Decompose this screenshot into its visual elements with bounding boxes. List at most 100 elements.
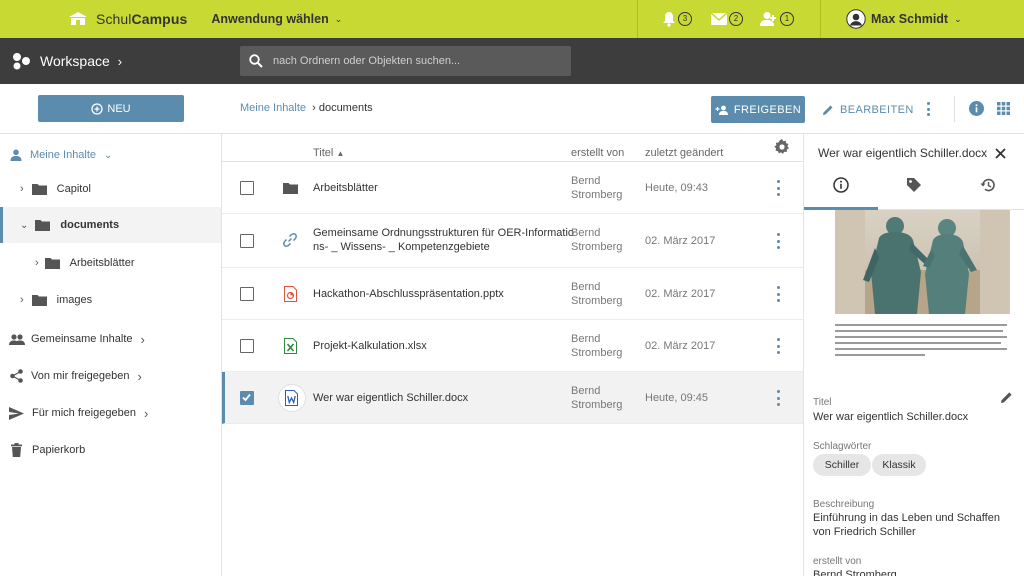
share-button[interactable]: FREIGEBEN [711,96,805,123]
grid-view-icon[interactable] [997,102,1010,115]
table-row[interactable]: Projekt-Kalkulation.xlsx Bernd Stromberg… [222,320,803,372]
messages-button[interactable]: 2 [711,0,743,38]
tab-tags-icon[interactable] [906,177,922,193]
info-icon[interactable] [969,101,984,116]
row-modified: Heute, 09:45 [645,392,708,404]
chevron-down-icon: ⌄ [334,13,343,24]
table-row[interactable]: Arbeitsblätter Bernd Stromberg Heute, 09… [222,162,803,214]
chevron-down-icon: ⌄ [104,149,113,161]
excel-file-icon [284,338,297,354]
file-list: Titel ▲ erstellt von zuletzt geändert Ar… [222,134,803,576]
row-menu-icon[interactable] [777,338,781,354]
chevron-down-icon: ⌄ [954,13,962,24]
row-title-continued[interactable]: ns- _ Wissens- _ Kompetenzgebiete [313,240,490,254]
row-modified: 02. März 2017 [645,340,716,352]
description-line: Einführung in das Leben und Schaffen [813,512,1000,524]
sidebar-folder-documents[interactable]: ⌄ documents [0,207,221,243]
sidebar-folder-images[interactable]: › images [0,282,221,318]
trash-icon [11,443,22,457]
notifications-button[interactable]: 3 [662,0,692,38]
close-icon[interactable] [995,148,1006,159]
sidebar-item-shared-with-me[interactable]: Für mich freigegeben › [0,395,221,431]
search-input[interactable] [273,55,553,67]
chevron-down-icon: ⌄ [20,219,29,231]
table-row[interactable]: Gemeinsame Ordnungsstrukturen für OER-In… [222,214,803,268]
breadcrumb-current: › documents [312,102,373,114]
tag-chip[interactable]: Klassik [872,454,926,476]
row-menu-icon[interactable] [777,286,781,302]
row-modified: Heute, 09:43 [645,182,708,194]
sidebar-folder-arbeitsblaetter[interactable]: › Arbeitsblätter [0,245,221,281]
workspace-switcher[interactable]: Workspace › [12,38,122,84]
row-checkbox[interactable] [240,287,254,301]
search-box[interactable] [240,46,571,76]
row-title[interactable]: Wer war eigentlich Schiller.docx [313,391,468,405]
sidebar: Meine Inhalte ⌄ › Capitol ⌄ documents › … [0,134,222,576]
user-menu[interactable]: Max Schmidt ⌄ [846,0,962,38]
chevron-right-icon: › [20,183,24,195]
mail-icon [711,13,727,25]
action-bar: NEU Meine Inhalte › documents FREIGEBEN … [0,84,1024,134]
table-row-selected[interactable]: Wer war eigentlich Schiller.docx Bernd S… [222,372,803,424]
link-icon [283,233,297,247]
row-author-last: Stromberg [571,399,623,411]
row-menu-icon[interactable] [777,180,781,196]
pencil-icon [823,105,833,115]
edit-button[interactable]: BEARBEITEN [822,96,914,123]
row-modified: 02. März 2017 [645,288,716,300]
more-options-icon[interactable] [927,102,931,116]
share-button-label: FREIGEBEN [733,103,802,116]
sidebar-item-shared-content[interactable]: Gemeinsame Inhalte › [0,321,221,357]
folder-icon [283,183,298,194]
column-header-created-by[interactable]: erstellt von [571,146,624,160]
column-header-title[interactable]: Titel ▲ [313,146,344,161]
document-preview[interactable] [835,210,1010,368]
row-checkbox[interactable] [240,234,254,248]
row-checkbox[interactable] [240,181,254,195]
statue-photo [835,210,1010,314]
description-line: von Friedrich Schiller [813,526,916,538]
tab-history-icon[interactable] [980,177,996,193]
sidebar-item-trash[interactable]: Papierkorb [0,432,221,468]
sidebar-item-label: images [56,294,93,306]
row-author-first: Bernd [571,281,601,293]
row-menu-icon[interactable] [777,390,781,406]
sidebar-item-shared-by-me[interactable]: Von mir freigegeben › [0,358,221,394]
sidebar-item-label: Arbeitsblätter [69,257,135,269]
row-title[interactable]: Gemeinsame Ordnungsstrukturen für OER-In… [313,226,574,240]
divider [954,96,955,122]
table-row[interactable]: Hackathon-Abschlusspräsentation.pptx Ber… [222,268,803,320]
tab-info-icon[interactable] [833,177,849,193]
contact-requests-button[interactable]: 1 [760,0,794,38]
title-label: Titel [813,397,832,408]
row-menu-icon[interactable] [777,233,781,249]
group-icon [9,333,25,345]
row-checkbox-checked[interactable] [240,391,254,405]
divider [820,0,821,38]
tags-label: Schlagwörter [813,441,872,452]
created-by-label: erstellt von [813,556,862,567]
row-title[interactable]: Arbeitsblätter [313,181,378,195]
brand-logo[interactable]: SchulCampus [68,0,187,38]
brand-name: SchulCampus [96,11,188,27]
pencil-icon[interactable] [1000,391,1013,404]
app-select-dropdown[interactable]: Anwendung wählen ⌄ [211,12,342,26]
sidebar-item-my-content[interactable]: Meine Inhalte ⌄ [0,137,221,173]
chevron-right-icon: › [140,331,145,347]
gear-icon[interactable] [774,139,790,155]
sidebar-folder-capitol[interactable]: › Capitol [0,171,221,207]
row-title[interactable]: Projekt-Kalkulation.xlsx [313,339,427,353]
share-users-icon [715,105,728,115]
person-icon [10,149,22,161]
sidebar-item-label: documents [60,219,120,231]
row-checkbox[interactable] [240,339,254,353]
row-title[interactable]: Hackathon-Abschlusspräsentation.pptx [313,287,504,301]
school-building-icon [69,12,87,25]
top-bar: SchulCampus Anwendung wählen ⌄ 3 2 1 Max… [0,0,1024,38]
breadcrumb-link-my-content[interactable]: Meine Inhalte [240,102,306,114]
user-add-icon [760,12,776,26]
column-header-modified[interactable]: zuletzt geändert [645,146,723,160]
row-author-last: Stromberg [571,189,623,201]
new-button[interactable]: NEU [38,95,184,122]
tag-chip[interactable]: Schiller [813,454,871,476]
